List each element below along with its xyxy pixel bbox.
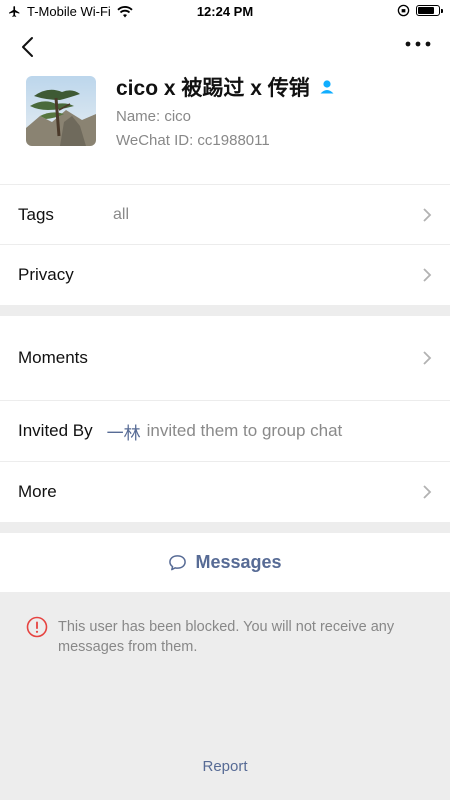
- blocked-message: This user has been blocked. You will not…: [58, 619, 395, 655]
- profile-header: cico x 被踢过 x 传销 Name: cico WeChat ID: cc…: [0, 24, 450, 184]
- chevron-right-icon: [423, 351, 432, 365]
- tags-label: Tags: [18, 204, 54, 224]
- messages-button[interactable]: Messages: [0, 533, 450, 592]
- more-label: More: [18, 482, 57, 501]
- chevron-right-icon: [423, 207, 432, 222]
- chat-bubble-icon: [169, 554, 187, 570]
- inviter-name-link[interactable]: 一林: [107, 419, 141, 444]
- status-right: [397, 4, 443, 17]
- display-name: cico x 被踢过 x 传销: [116, 77, 310, 100]
- warning-icon: [26, 616, 48, 638]
- invited-by-text: invited them to group chat: [146, 421, 343, 440]
- tags-row[interactable]: Tags all: [0, 185, 450, 244]
- back-icon[interactable]: [16, 34, 42, 60]
- invited-by-label: Invited By: [18, 421, 93, 440]
- orientation-lock-icon: [397, 4, 410, 17]
- name-line: Name: cico: [116, 108, 192, 125]
- tags-value: all: [113, 205, 130, 223]
- chevron-right-icon: [423, 268, 432, 282]
- blocked-notice: This user has been blocked. You will not…: [26, 616, 430, 657]
- battery-icon: [416, 5, 443, 16]
- status-bar: T-Mobile Wi-Fi 12:24 PM: [0, 0, 450, 24]
- privacy-row[interactable]: Privacy: [0, 245, 450, 305]
- moments-label: Moments: [18, 348, 88, 367]
- clock: 12:24 PM: [196, 4, 254, 19]
- more-row[interactable]: More: [0, 462, 450, 522]
- invited-by-row: Invited By 一林 invited them to group chat: [0, 401, 450, 461]
- contact-badge-icon: [320, 80, 334, 94]
- privacy-label: Privacy: [18, 265, 74, 284]
- avatar-image: [26, 76, 96, 146]
- chevron-right-icon: [423, 485, 432, 499]
- wechat-id-line: WeChat ID: cc1988011: [116, 132, 270, 149]
- messages-label: Messages: [195, 552, 282, 572]
- moments-row[interactable]: Moments: [0, 316, 450, 400]
- more-options-icon[interactable]: [404, 38, 432, 50]
- avatar[interactable]: [26, 76, 96, 146]
- profile-name-line: cico x 被踢过 x 传销: [116, 72, 336, 102]
- report-link[interactable]: Report: [0, 758, 450, 775]
